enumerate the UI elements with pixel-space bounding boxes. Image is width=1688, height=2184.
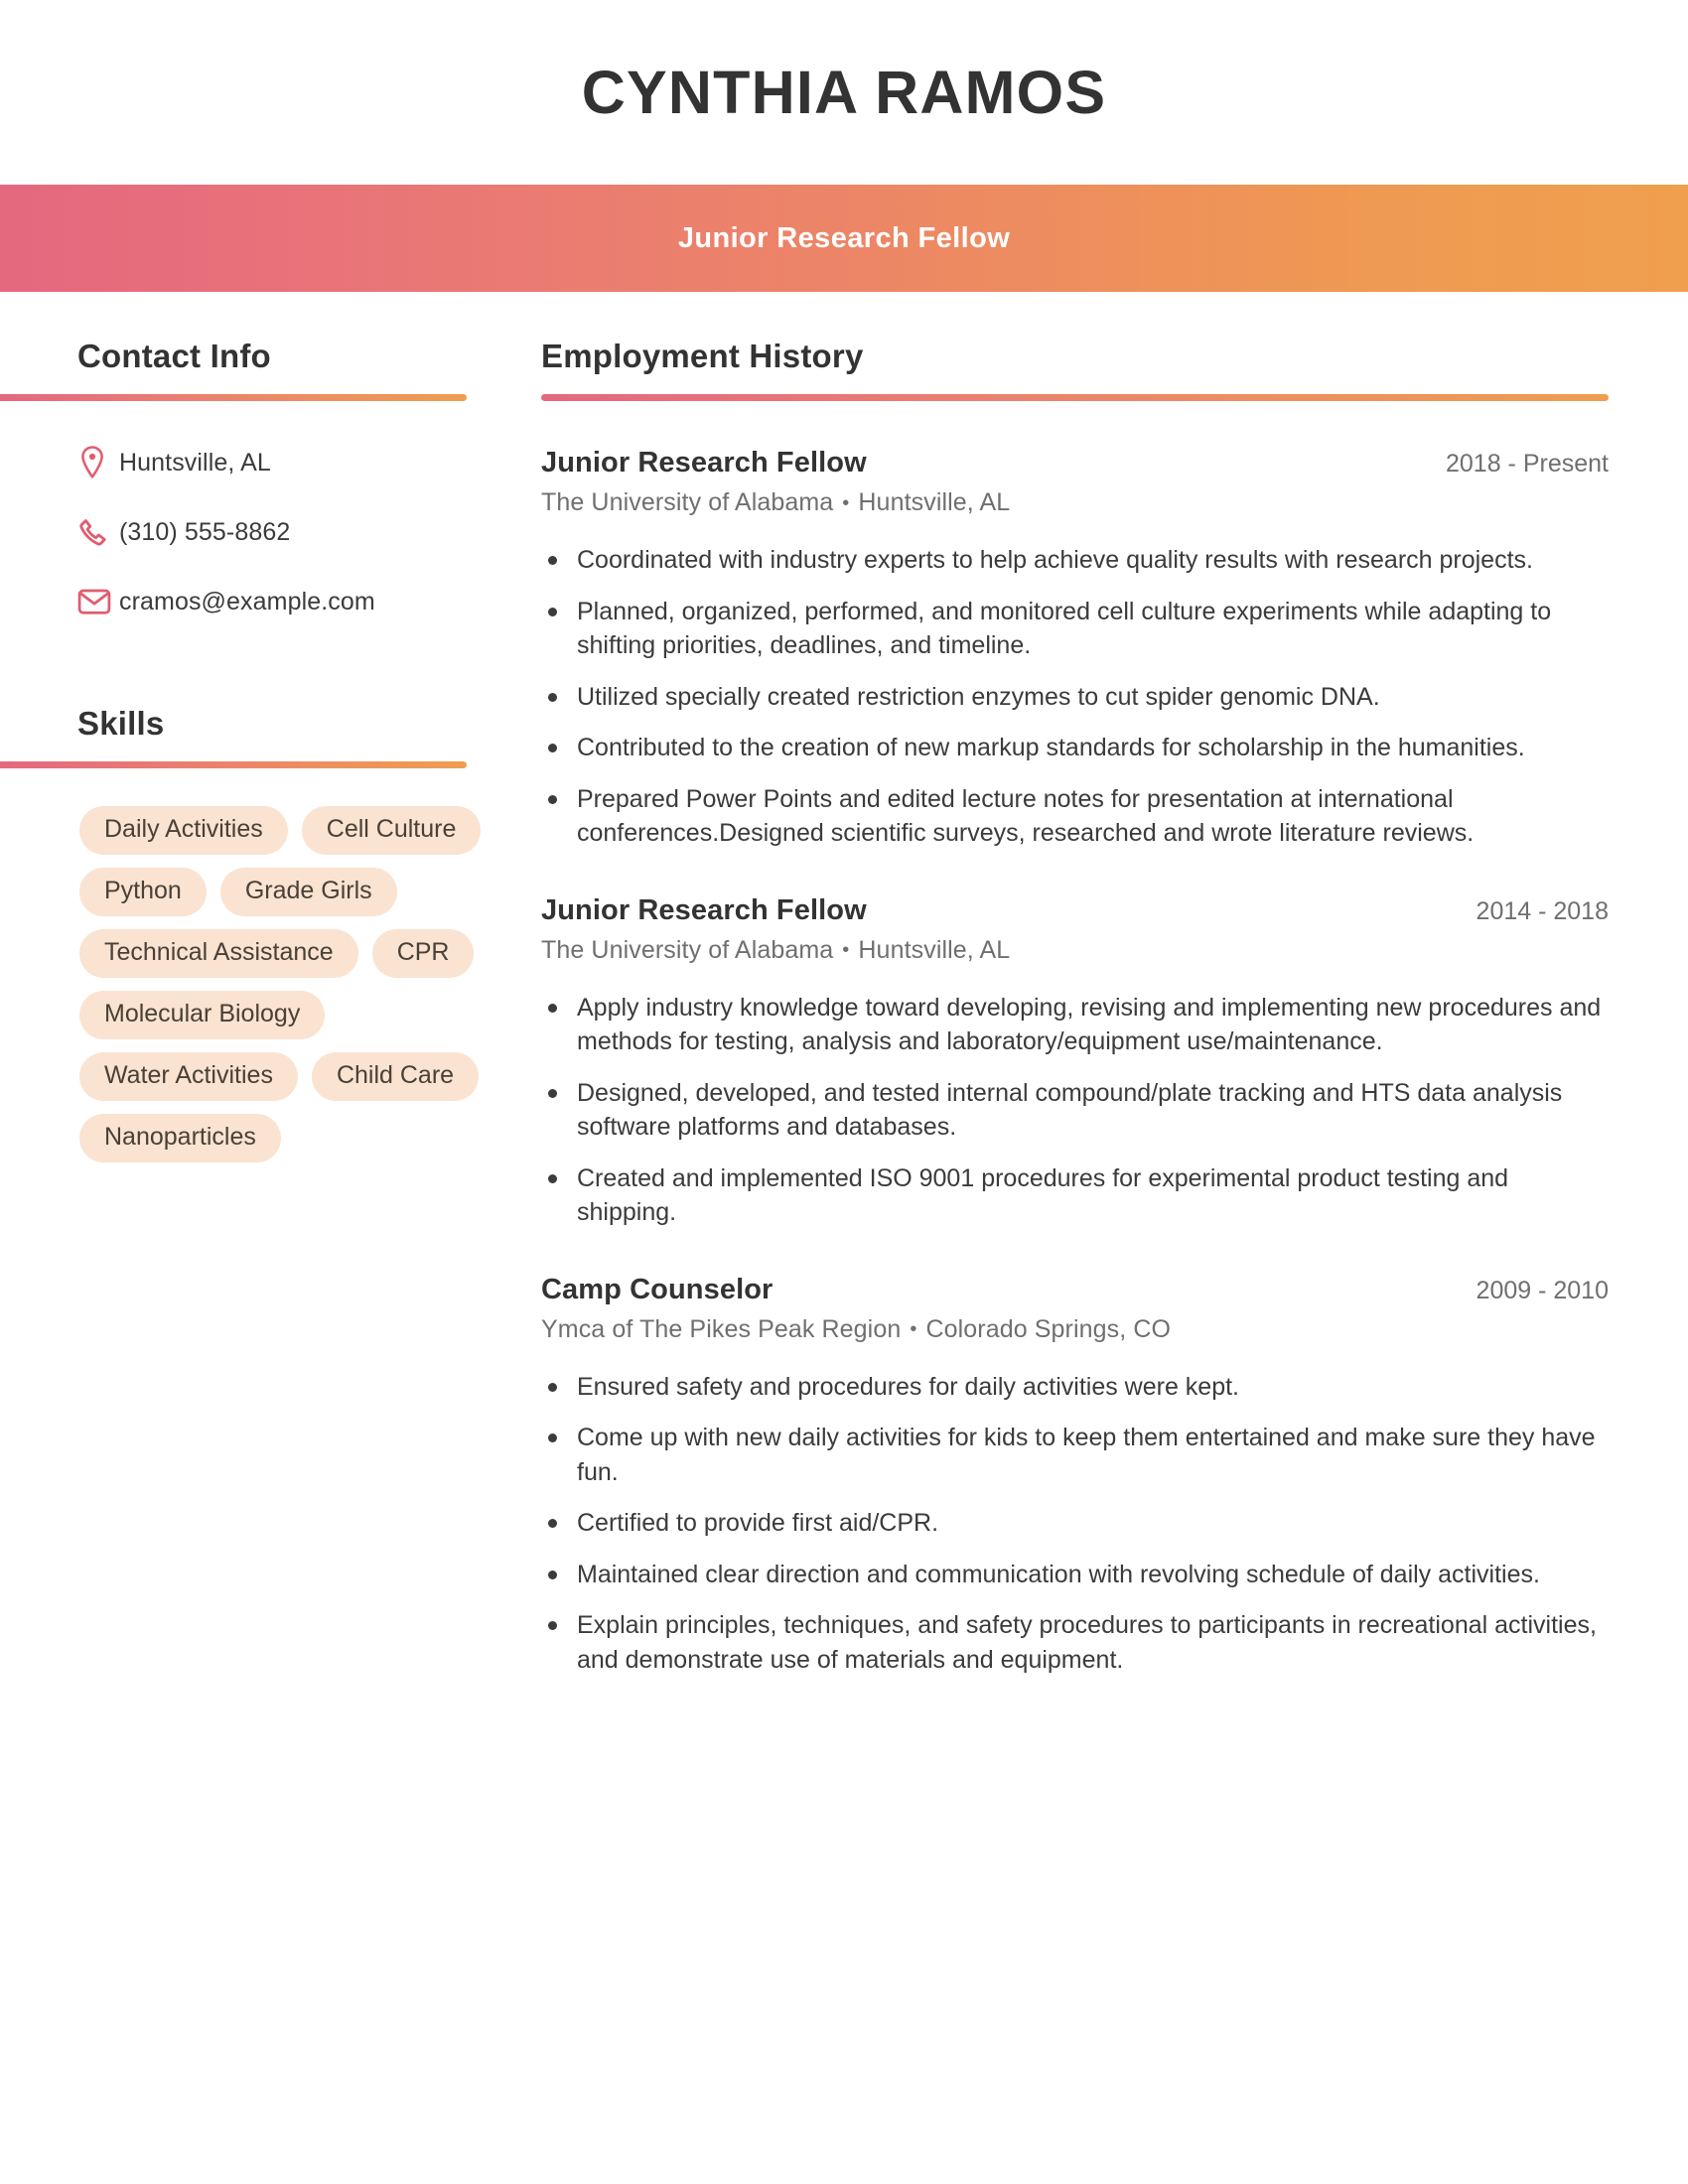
skill-pill[interactable]: Technical Assistance (79, 929, 358, 978)
job-bullet: Coordinated with industry experts to hel… (541, 543, 1602, 578)
skill-pill[interactable]: Grade Girls (219, 868, 397, 916)
skill-pill[interactable]: Cell Culture (301, 806, 482, 855)
contact-item-value: (310) 555-8862 (119, 517, 291, 546)
skill-pill[interactable]: CPR (371, 929, 475, 978)
job-header: Camp Counselor 2009 - 2010 (541, 1274, 1609, 1306)
job-company-location: The University of Alabama • Huntsville, AL (541, 488, 1609, 517)
job-bullet: Apply industry knowledge toward developi… (541, 991, 1602, 1059)
job-company: Ymca of The Pikes Peak Region (541, 1314, 902, 1343)
contact-item[interactable]: Huntsville, AL (77, 439, 541, 486)
skills-section: Skills Daily Activities Cell Culture Pytho… (0, 705, 541, 1162)
job-company: The University of Alabama (541, 935, 834, 964)
candidate-name: CYNTHIA RAMOS (581, 59, 1107, 126)
envelope-icon (77, 588, 119, 615)
contact-info-heading: Contact Info (77, 338, 271, 374)
candidate-job-title: Junior Research Fellow (677, 221, 1011, 254)
skills-heading: Skills (77, 705, 165, 742)
skills-section-divider (0, 761, 467, 768)
employment-history-heading: Employment History (541, 338, 864, 374)
job-bullet-list: Coordinated with industry experts to hel… (541, 543, 1609, 851)
job-bullet: Maintained clear direction and communica… (541, 1558, 1602, 1592)
job-location: Colorado Springs, CO (925, 1314, 1172, 1343)
job-bullet: Designed, developed, and tested internal… (541, 1076, 1602, 1145)
job-dates: 2014 - 2018 (1476, 896, 1609, 925)
skill-pill[interactable]: Python (79, 868, 207, 916)
contact-item[interactable]: (310) 555-8862 (77, 508, 541, 556)
main-column: Employment History Junior Research Fello… (541, 338, 1688, 1677)
job-company: The University of Alabama (541, 488, 834, 516)
job-list: Junior Research Fellow 2018 - Present The … (541, 447, 1609, 1677)
employment-section-divider (541, 394, 1609, 401)
resume-page: CYNTHIA RAMOS Junior Research Fellow Con… (0, 0, 1688, 2184)
contact-section-divider (0, 394, 467, 401)
skill-pill[interactable]: Molecular Biology (79, 991, 326, 1039)
job-dates: 2009 - 2010 (1476, 1276, 1609, 1304)
job-entry: Junior Research Fellow 2018 - Present The … (541, 447, 1609, 851)
resume-header: CYNTHIA RAMOS (0, 0, 1688, 185)
skill-pill[interactable]: Water Activities (79, 1052, 298, 1101)
job-bullet: Planned, organized, performed, and monit… (541, 595, 1602, 663)
company-location-separator: • (842, 939, 850, 962)
job-bullet-list: Ensured safety and procedures for daily … (541, 1370, 1609, 1678)
resume-body: Contact Info Huntsville, AL (310) 555-886… (0, 292, 1688, 1677)
job-company-location: Ymca of The Pikes Peak Region • Colorado S… (541, 1315, 1609, 1344)
location-pin-icon (77, 445, 119, 480)
job-bullet: Ensured safety and procedures for daily … (541, 1370, 1602, 1405)
job-header: Junior Research Fellow 2014 - 2018 (541, 894, 1609, 927)
job-dates: 2018 - Present (1446, 450, 1609, 478)
job-location: Huntsville, AL (858, 935, 1011, 964)
contact-item[interactable]: cramos@example.com (77, 578, 541, 625)
sidebar: Contact Info Huntsville, AL (310) 555-886… (0, 338, 541, 1677)
job-bullet: Certified to provide first aid/CPR. (541, 1506, 1602, 1541)
contact-item-value: cramos@example.com (119, 587, 375, 615)
company-location-separator: • (910, 1318, 917, 1341)
contact-list: Huntsville, AL (310) 555-8862 cramos@examp… (0, 439, 541, 625)
skills-pill-list: Daily Activities Cell Culture Python Grade … (0, 806, 541, 1162)
job-entry: Junior Research Fellow 2014 - 2018 The Uni… (541, 894, 1609, 1230)
contact-info-section: Contact Info Huntsville, AL (310) 555-886… (0, 338, 541, 625)
job-header: Junior Research Fellow 2018 - Present (541, 447, 1609, 479)
skill-pill[interactable]: Daily Activities (79, 806, 288, 855)
job-title-band: Junior Research Fellow (0, 185, 1688, 292)
job-bullet: Created and implemented ISO 9001 procedu… (541, 1161, 1602, 1230)
job-entry: Camp Counselor 2009 - 2010 Ymca of The Pik… (541, 1274, 1609, 1678)
contact-item-value: Huntsville, AL (119, 448, 271, 477)
job-bullet: Contributed to the creation of new marku… (541, 731, 1602, 765)
job-bullet: Utilized specially created restriction e… (541, 680, 1602, 715)
job-location: Huntsville, AL (858, 488, 1011, 516)
job-bullet: Explain principles, techniques, and safe… (541, 1608, 1602, 1677)
skill-pill[interactable]: Child Care (311, 1052, 480, 1101)
job-company-location: The University of Alabama • Huntsville, AL (541, 936, 1609, 965)
phone-icon (77, 516, 119, 548)
job-bullet: Come up with new daily activities for ki… (541, 1421, 1602, 1489)
job-bullet-list: Apply industry knowledge toward developi… (541, 991, 1609, 1230)
employment-history-section: Employment History Junior Research Fello… (541, 338, 1609, 1677)
job-bullet: Prepared Power Points and edited lecture… (541, 782, 1602, 851)
skill-pill[interactable]: Nanoparticles (79, 1114, 281, 1162)
job-role: Camp Counselor (541, 1273, 774, 1305)
job-role: Junior Research Fellow (541, 893, 867, 926)
company-location-separator: • (842, 491, 850, 514)
job-role: Junior Research Fellow (541, 447, 867, 478)
